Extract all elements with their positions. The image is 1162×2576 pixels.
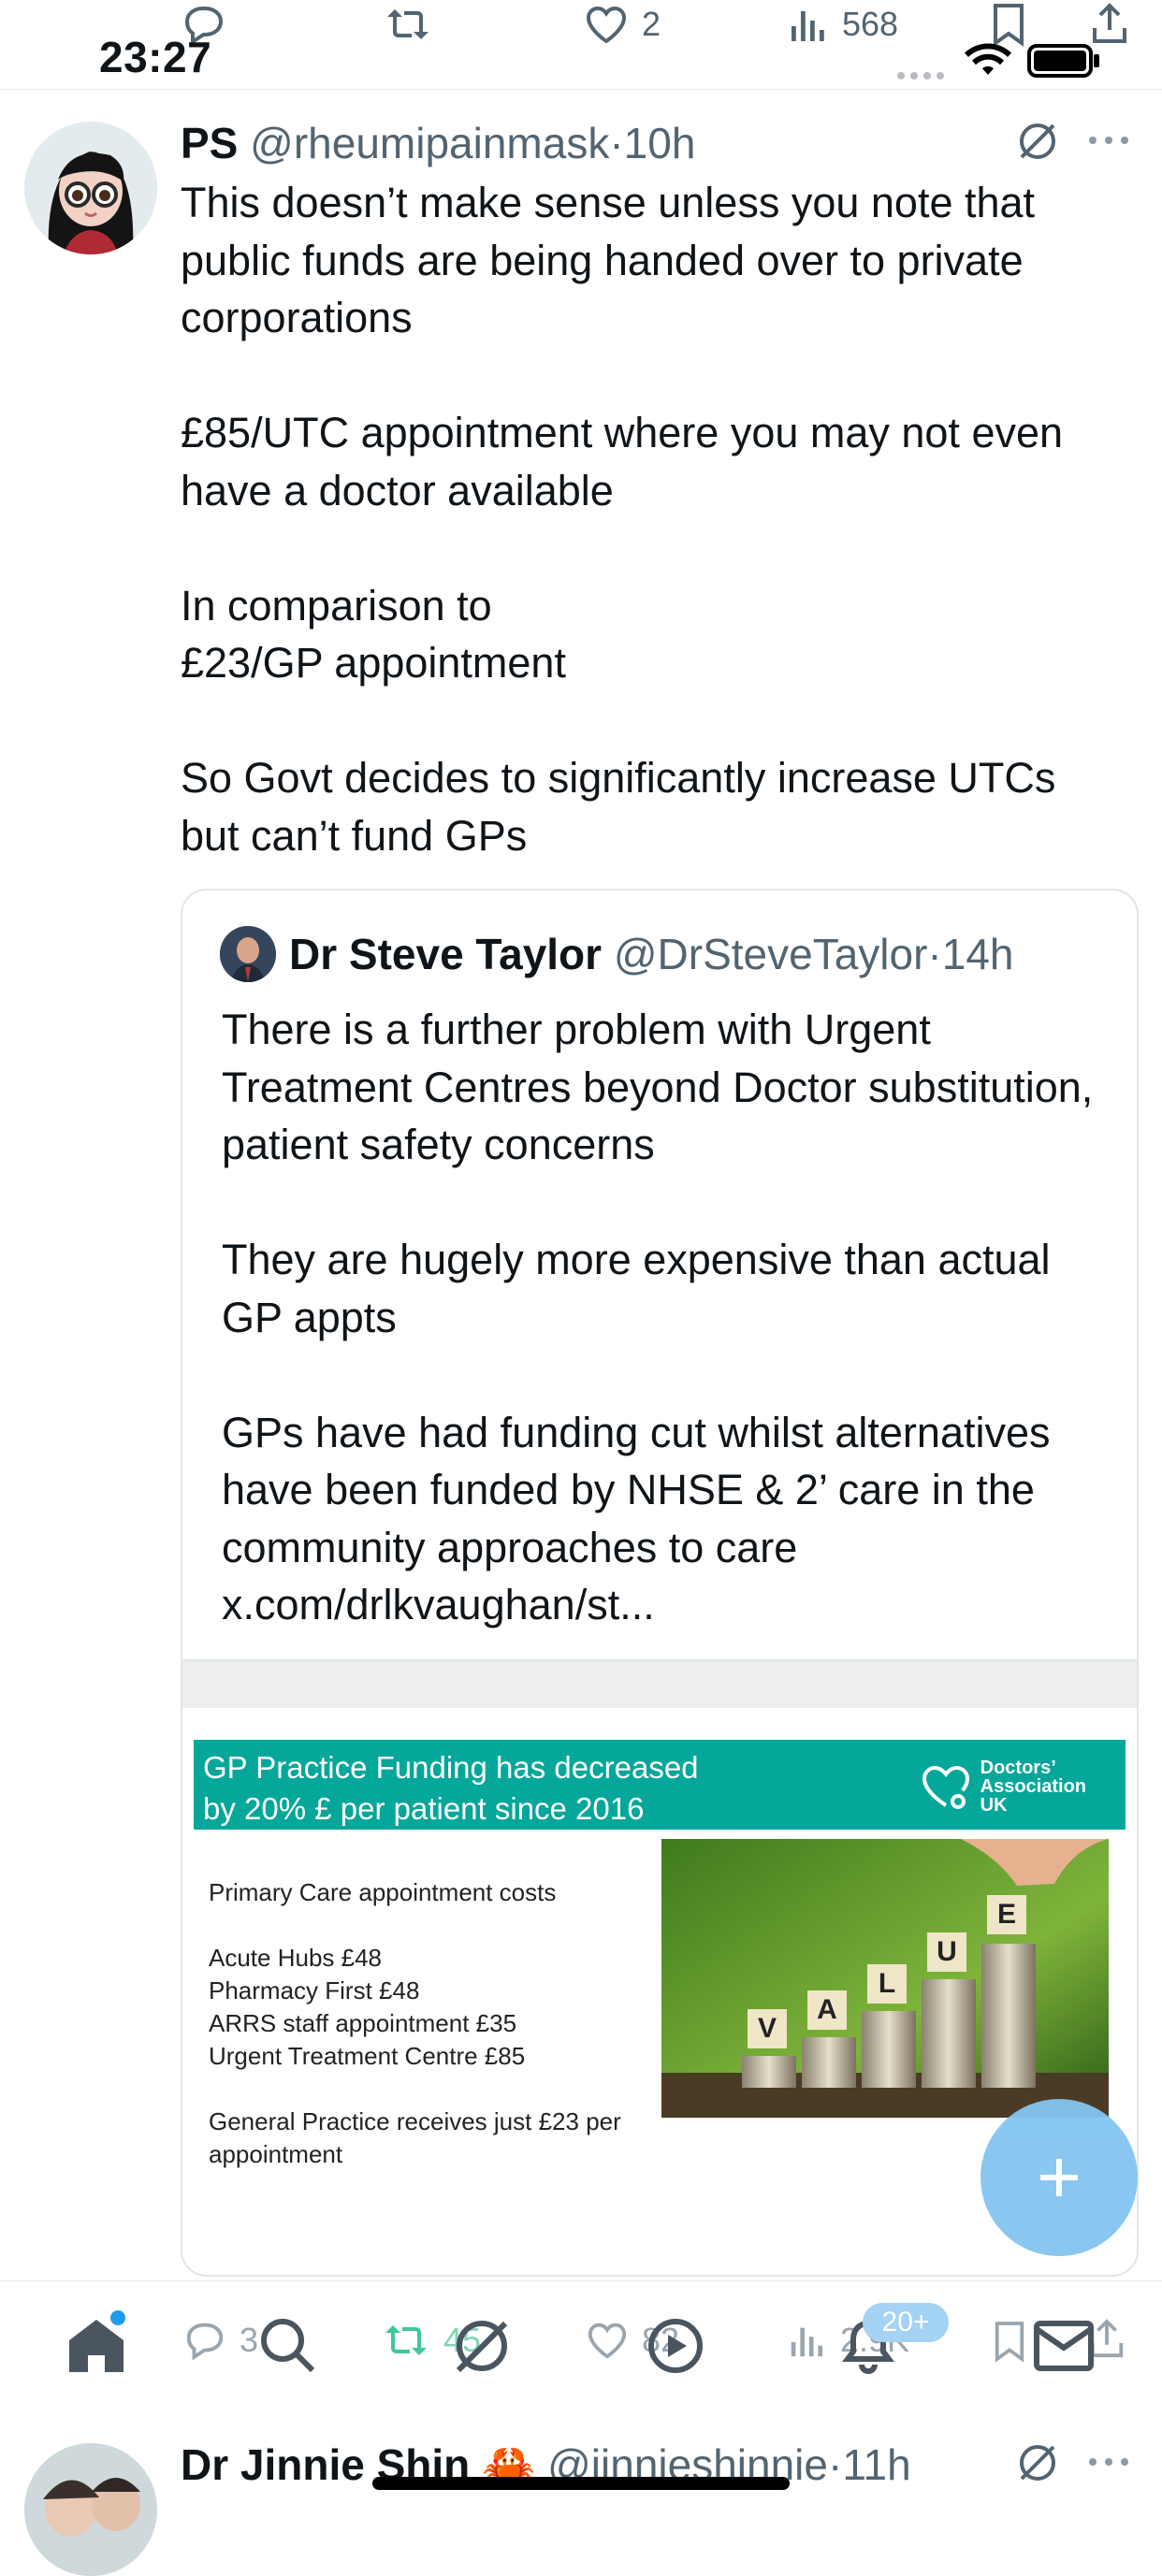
prev-views-button[interactable]: 568 [788,4,898,45]
wifi-icon [964,43,1012,79]
tile-letter: A [817,1994,837,2025]
grok-icon [451,2314,513,2376]
prev-views-count: 568 [842,5,899,43]
cost-item: Pharmacy First £48 [209,1976,420,2004]
battery-icon [1027,43,1102,79]
quote-divider [182,1659,1137,1710]
top-bar: 2 568 23:27 [0,0,1162,90]
compose-button[interactable] [980,2099,1138,2256]
tweet-header: PS @rheumipainmask·10h [181,118,695,168]
next-grok-icon[interactable] [1016,2441,1059,2484]
cost-footer: appointment [209,2140,343,2168]
nav-grok[interactable] [451,2314,513,2376]
bookmark-icon [990,2,1027,47]
next-author-avatar[interactable] [24,2443,157,2576]
notifications-badge: 20+ [863,2303,949,2342]
play-circle-icon [646,2316,705,2376]
author-name[interactable]: PS [181,119,238,167]
card-banner: GP Practice Funding has decreased by 20%… [194,1740,1126,1830]
tile-letter: V [757,2013,777,2044]
quote-author-name: Dr Steve Taylor [289,930,603,978]
heart-icon [586,2320,629,2361]
prev-repost-button[interactable] [384,4,432,45]
banner-line: by 20% £ per patient since 2016 [203,1791,645,1826]
nav-messages[interactable] [1033,2320,1095,2372]
tweet-age[interactable]: 10h [624,119,696,167]
doctors-association-logo: Doctors’ Association UK [919,1758,1086,1815]
nav-spaces[interactable] [646,2316,705,2376]
logo-text: UK [980,1795,1008,1816]
more-options-icon[interactable] [1087,135,1130,146]
cost-footer: General Practice receives just £23 per [209,2107,621,2135]
tweet-text: This doesn’t make sense unless you note … [181,174,1126,864]
reply-icon [183,2320,226,2361]
quote-author-avatar [220,926,276,982]
logo-text: Association [980,1776,1086,1797]
quote-header: Dr Steve Taylor @DrSteveTaylor · 14h [220,926,1014,982]
author-avatar[interactable] [24,122,157,254]
signal-dots-icon [896,71,949,80]
cost-item: ARRS staff appointment £35 [209,2009,517,2037]
bookmark-button[interactable] [992,2320,1027,2363]
quote-paragraph: There is a further problem with Urgent T… [222,1006,1094,1168]
quote-paragraph: They are hugely more expensive than actu… [222,1236,1051,1341]
tweet-paragraph: In comparison to £23/GP appointment [181,581,566,687]
quote-author-handle: @DrSteveTaylor [613,930,928,978]
value-coins-photo: V A L U E [661,1839,1109,2118]
logo-text: Doctors’ [980,1758,1056,1778]
views-icon [788,2320,827,2361]
next-separator: · [828,2440,843,2489]
tile-letter: E [996,1899,1016,1930]
cost-item: Acute Hubs £48 [209,1944,383,1972]
bottom-navigation [0,2280,1162,2412]
prev-like-button[interactable]: 2 [584,4,661,45]
prev-like-count: 2 [642,5,661,43]
tweet-paragraph: £85/UTC appointment where you may not ev… [181,409,1064,514]
tweet-paragraph: This doesn’t make sense unless you note … [181,179,1036,341]
envelope-icon [1033,2320,1095,2372]
home-indicator[interactable] [372,2477,790,2490]
tile-letter: U [937,1936,957,1967]
quote-age: 14h [941,930,1014,978]
search-icon [258,2316,318,2376]
header-separator: · [609,119,624,167]
share-icon [1089,2,1130,47]
heart-stethoscope-icon [919,1760,973,1813]
quoted-tweet[interactable]: Dr Steve Taylor @DrSteveTaylor · 14h There… [181,889,1139,2277]
next-more-options-icon[interactable] [1087,2456,1130,2467]
cost-heading: Primary Care appointment costs [209,1878,557,1906]
cost-list: Primary Care appointment costs Acute Hub… [209,1876,621,2171]
reply-button[interactable]: 3 [183,2320,258,2361]
reply-count: 3 [240,2321,259,2359]
prev-share-button[interactable] [1089,2,1130,47]
heart-icon [584,4,629,45]
views-icon [788,4,829,45]
cost-item: Urgent Treatment Centre £85 [209,2042,526,2070]
quote-text: There is a further problem with Urgent T… [222,1001,1101,1634]
nav-search[interactable] [258,2316,318,2376]
quote-separator: · [927,930,942,978]
bookmark-icon [992,2320,1027,2363]
prev-bookmark-button[interactable] [990,2,1027,47]
repost-icon [384,4,432,45]
status-time: 23:27 [99,33,212,81]
plus-icon [1035,2153,1083,2202]
quote-paragraph: GPs have had funding cut whilst alternat… [222,1408,1051,1629]
tweet-paragraph: So Govt decides to significantly increas… [181,754,1056,860]
author-handle[interactable]: @rheumipainmask [250,119,609,167]
home-notification-dot [110,2310,125,2325]
banner-line: GP Practice Funding has decreased [203,1750,699,1785]
next-tweet-age[interactable]: 11h [842,2440,910,2489]
tile-letter: L [878,1968,896,1999]
banner-text: GP Practice Funding has decreased by 20%… [203,1747,699,1830]
repost-icon [382,2320,430,2361]
grok-icon[interactable] [1016,120,1059,163]
